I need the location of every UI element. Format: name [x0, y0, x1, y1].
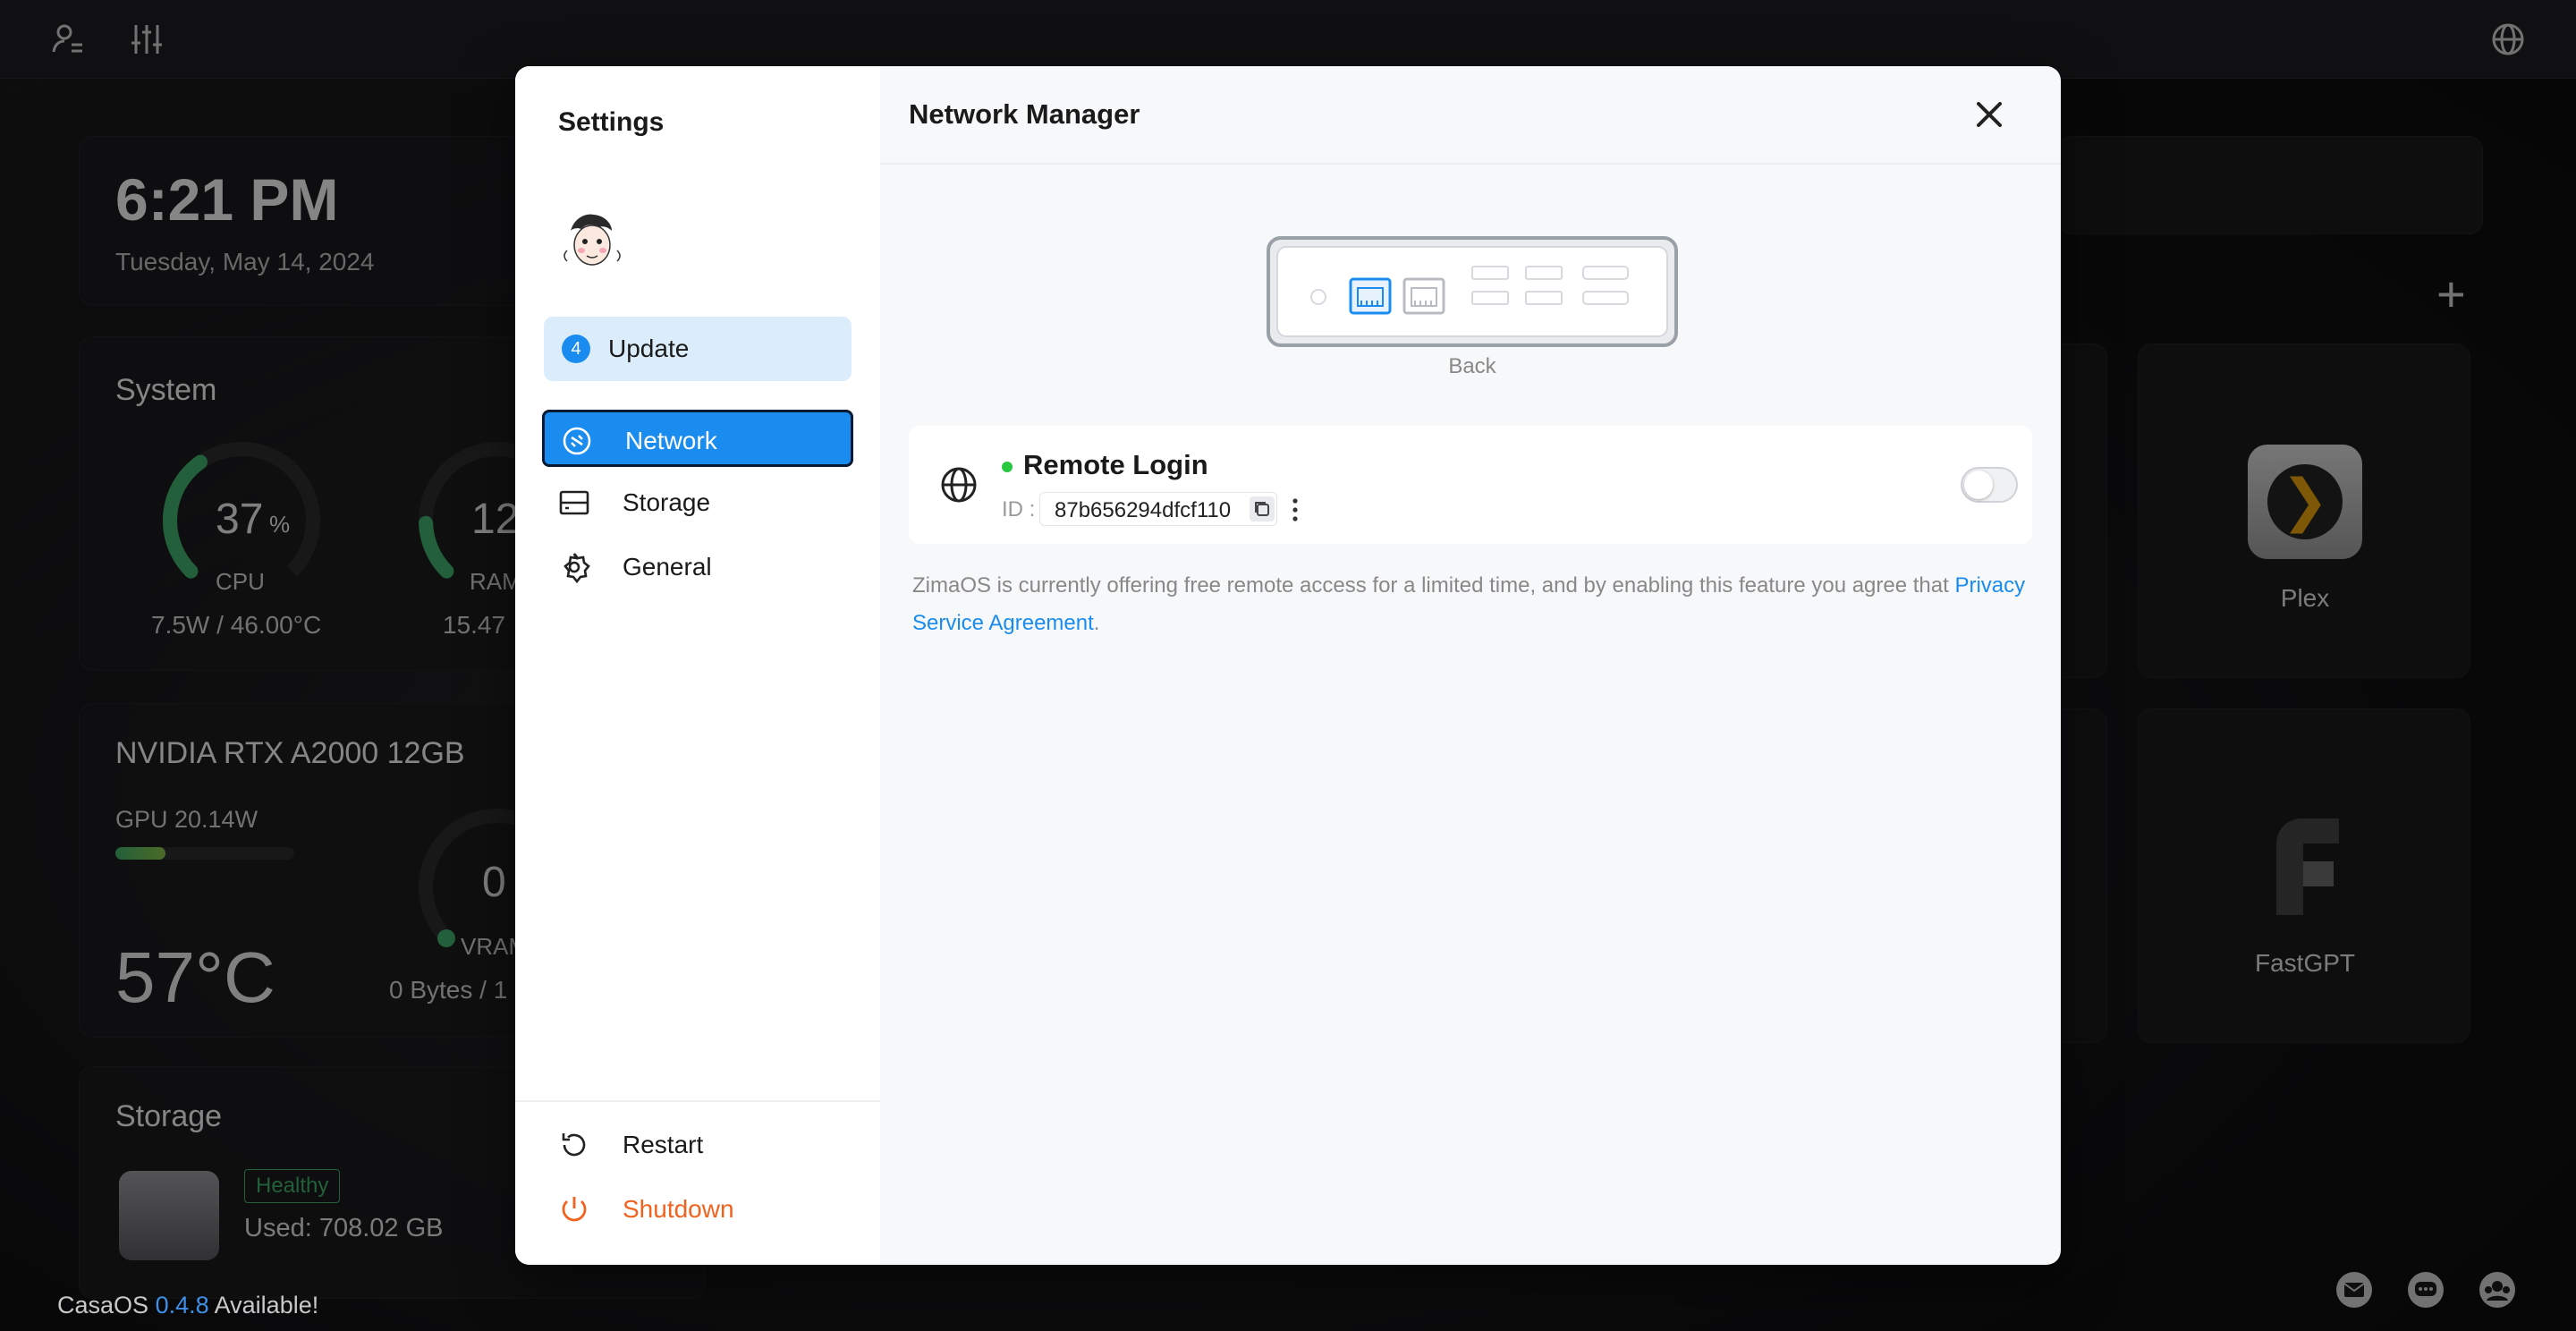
sidebar-divider — [515, 1100, 880, 1102]
sidebar-item-network[interactable]: Network — [542, 410, 853, 467]
sidebar-item-general[interactable]: General — [542, 538, 853, 596]
sidebar-item-label: Network — [625, 427, 717, 454]
update-notice-product: CasaOS — [57, 1292, 149, 1318]
remote-login-id-label: ID : — [1002, 497, 1036, 521]
remote-access-notice: ZimaOS is currently offering free remote… — [912, 567, 2030, 642]
sidebar-item-label: Storage — [623, 488, 711, 516]
storage-icon — [558, 487, 590, 519]
copy-icon — [1255, 502, 1269, 516]
remote-login-card: Remote Login ID : 87b656294dfcf110 — [909, 426, 2032, 544]
panel-header: Network Manager — [880, 66, 2061, 165]
gear-icon — [558, 551, 590, 584]
restart-button[interactable]: Restart — [542, 1118, 853, 1172]
restart-icon — [558, 1129, 590, 1161]
sidebar-item-label: General — [623, 553, 712, 581]
more-options-button[interactable] — [1283, 496, 1308, 524]
update-item[interactable]: 4 Update — [544, 317, 852, 381]
device-label: Back — [1448, 354, 1496, 378]
notice-text: ZimaOS is currently offering free remote… — [912, 573, 1955, 598]
remote-login-id-value: 87b656294dfcf110 — [1055, 498, 1232, 522]
toggle-knob — [1964, 471, 1993, 499]
device-back-panel — [1267, 236, 1678, 347]
panel-title: Network Manager — [909, 98, 1140, 130]
shutdown-button[interactable]: Shutdown — [542, 1183, 853, 1236]
more-vertical-icon — [1292, 498, 1298, 521]
update-label: Update — [608, 335, 690, 362]
shutdown-label: Shutdown — [623, 1195, 734, 1223]
settings-modal: Settings 4 Update Network Storage Genera… — [515, 66, 2061, 1265]
close-button[interactable] — [1968, 93, 2011, 136]
settings-sidebar: Settings 4 Update Network Storage Genera… — [515, 66, 880, 1265]
restart-label: Restart — [623, 1131, 704, 1158]
power-icon — [558, 1193, 590, 1225]
status-dot — [1002, 462, 1013, 472]
copy-button[interactable] — [1250, 496, 1275, 521]
update-count-badge: 4 — [562, 335, 590, 363]
remote-login-id-field: 87b656294dfcf110 — [1039, 492, 1277, 526]
close-icon — [1977, 102, 2002, 127]
settings-title: Settings — [558, 107, 665, 137]
avatar[interactable] — [555, 206, 630, 281]
update-available-notice[interactable]: CasaOS 0.4.8 Available! — [57, 1292, 318, 1319]
notice-end: . — [1093, 611, 1100, 635]
globe-icon — [937, 463, 980, 506]
remote-login-title: Remote Login — [1023, 449, 1208, 480]
update-notice-suffix: Available! — [214, 1292, 319, 1318]
update-notice-version: 0.4.8 — [155, 1292, 209, 1318]
remote-login-toggle[interactable] — [1961, 467, 2018, 503]
sidebar-item-storage[interactable]: Storage — [542, 474, 853, 531]
network-manager-panel: Network Manager Back Remote Login ID: 8… — [880, 66, 2061, 1265]
network-icon — [561, 425, 593, 457]
